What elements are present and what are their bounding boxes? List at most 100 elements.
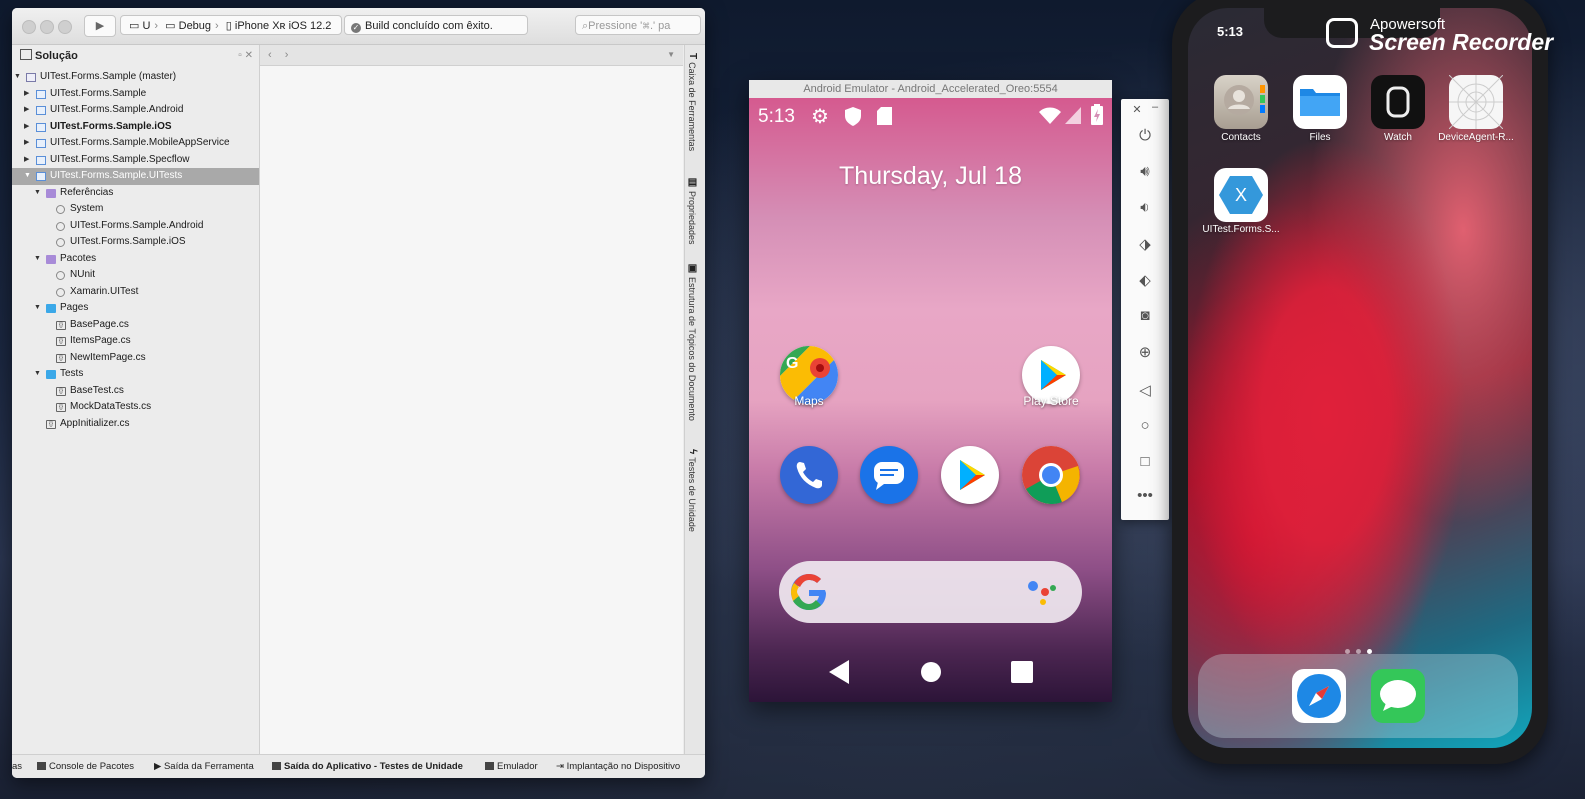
panel-title: Solução	[35, 50, 78, 62]
minimize-window-button[interactable]	[40, 20, 54, 34]
close-panel-icon[interactable]: ✕	[245, 50, 253, 61]
rotate-right-icon[interactable]: ⬖	[1121, 271, 1169, 289]
tab-properties[interactable]: ▤Propriedades	[687, 177, 698, 245]
recents-icon[interactable]	[1011, 661, 1033, 683]
chevron-down-icon[interactable]: ▼	[24, 168, 31, 185]
tree-item[interactable]: UITest.Forms.Sample.iOS	[12, 234, 259, 251]
zoom-icon[interactable]: ⊕	[1121, 343, 1169, 361]
tree-item-label: Referências	[60, 186, 114, 198]
messages-ios-app[interactable]	[1371, 669, 1425, 723]
watch-app[interactable]	[1371, 75, 1425, 129]
chrome-app[interactable]	[1022, 446, 1080, 505]
tree-item[interactable]: ▼ UITest.Forms.Sample.UITests	[12, 168, 259, 185]
pin-icon[interactable]: ▫	[238, 50, 242, 61]
google-search-bar[interactable]	[779, 561, 1082, 623]
chevron-down-icon[interactable]: ▼	[667, 45, 675, 65]
tree-item[interactable]: ▼ UITest.Forms.Sample (master)	[12, 69, 259, 86]
chevron-right-icon[interactable]: ▶	[24, 102, 29, 119]
device-agent-app[interactable]	[1448, 74, 1504, 130]
chevron-down-icon[interactable]: ▼	[34, 300, 41, 317]
tree-item[interactable]: System	[12, 201, 259, 218]
phone-app[interactable]	[780, 446, 838, 504]
tree-item[interactable]: ▼ Pacotes	[12, 251, 259, 268]
android-screen[interactable]: 5:13 ⚙ Thursday, Jul 18 G Maps Play Stor…	[749, 98, 1112, 702]
nav-back-icon[interactable]: ‹	[268, 49, 272, 61]
tab-errors[interactable]: as	[12, 755, 22, 778]
more-icon[interactable]: •••	[1121, 487, 1169, 504]
chevron-right-icon[interactable]: ▶	[24, 152, 29, 169]
chevron-right-icon[interactable]: ▶	[24, 119, 29, 136]
safari-app[interactable]	[1292, 669, 1346, 723]
tree-item[interactable]: ▼ Pages	[12, 300, 259, 317]
date-widget[interactable]: Thursday, Jul 18	[749, 162, 1112, 191]
tab-toolbox[interactable]: TCaixa de Ferramentas	[687, 53, 698, 151]
volume-up-icon[interactable]: 🔊︎	[1121, 163, 1169, 180]
tab-application-output[interactable]: Saída do Aplicativo - Testes de Unidade	[272, 755, 463, 778]
nav-forward-icon[interactable]: ›	[285, 49, 289, 61]
messages-app[interactable]	[860, 446, 918, 504]
tree-item[interactable]: ▼ Referências	[12, 185, 259, 202]
chevron-down-icon[interactable]: ▼	[34, 366, 41, 383]
tree-item[interactable]: ▶ UITest.Forms.Sample.Android	[12, 102, 259, 119]
tree-item[interactable]: ▶ UITest.Forms.Sample.MobileAppService	[12, 135, 259, 152]
maps-label: Maps	[794, 394, 824, 408]
play-store-dock-app[interactable]	[941, 446, 999, 504]
back-icon[interactable]	[829, 660, 849, 684]
tree-item[interactable]: {} BaseTest.cs	[12, 383, 259, 400]
tab-emulator[interactable]: Emulador	[485, 755, 538, 778]
tree-item[interactable]: {} MockDataTests.cs	[12, 399, 259, 416]
tree-item[interactable]: ▶ UITest.Forms.Sample.Specflow	[12, 152, 259, 169]
editor-area: ‹ › ▼	[260, 45, 683, 754]
contacts-app[interactable]	[1214, 75, 1268, 129]
volume-down-icon[interactable]: 🔉︎	[1121, 199, 1169, 216]
tree-item[interactable]: ▶ UITest.Forms.Sample.iOS	[12, 119, 259, 136]
power-icon[interactable]: ⏻	[1121, 127, 1169, 144]
chevron-down-icon[interactable]: ▼	[14, 69, 21, 86]
shield-icon	[845, 107, 861, 126]
search-input[interactable]: ⌕Pressione '⌘.' pa	[575, 15, 701, 35]
tab-document-outline[interactable]: ▣Estrutura de Tópicos do Documento	[687, 263, 698, 421]
tree-item[interactable]: NUnit	[12, 267, 259, 284]
camera-icon[interactable]: ◙	[1121, 307, 1169, 324]
project-icon	[36, 106, 46, 115]
tree-item[interactable]: {} ItemsPage.cs	[12, 333, 259, 350]
tree-item[interactable]: {} BasePage.cs	[12, 317, 259, 334]
outline-icon: ▣	[687, 263, 698, 274]
run-button[interactable]: ▶	[84, 15, 116, 37]
tab-unit-tests[interactable]: ϟTestes de Unidade	[687, 449, 698, 532]
chevron-down-icon[interactable]: ▼	[34, 185, 41, 202]
emulator-title-bar[interactable]: Android Emulator - Android_Accelerated_O…	[749, 80, 1112, 98]
tree-item[interactable]: Xamarin.UITest	[12, 284, 259, 301]
tree-item[interactable]: {} AppInitializer.cs	[12, 416, 259, 433]
assistant-icon[interactable]	[1027, 578, 1061, 608]
tree-item[interactable]: UITest.Forms.Sample.Android	[12, 218, 259, 235]
tree-item[interactable]: {} NewItemPage.cs	[12, 350, 259, 367]
run-configuration-selector[interactable]: ▭ U › ▭ Debug › ▯ iPhone Xʀ iOS 12.2	[120, 15, 342, 35]
home-icon[interactable]: ○	[1121, 417, 1169, 434]
chevron-down-icon[interactable]: ▼	[34, 251, 41, 268]
tab-tool-output[interactable]: ▶ Saída da Ferramenta	[154, 755, 254, 778]
tree-item-label: UITest.Forms.Sample.Android	[50, 104, 184, 115]
contacts-label: Contacts	[1221, 132, 1261, 143]
tree-item[interactable]: ▼ Tests	[12, 366, 259, 383]
tree-item-label: UITest.Forms.Sample.Specflow	[50, 153, 190, 165]
tree-item-label: UITest.Forms.Sample.Android	[70, 219, 204, 231]
uitest-forms-app[interactable]: X	[1214, 168, 1268, 222]
tab-package-console[interactable]: Console de Pacotes	[37, 755, 134, 778]
zoom-window-button[interactable]	[58, 20, 72, 34]
tab-device-deployment[interactable]: ⇥ Implantação no Dispositivo	[556, 755, 680, 778]
build-status: ✓ Build concluído com êxito.	[344, 15, 528, 35]
emulator-icon	[485, 762, 494, 770]
rotate-left-icon[interactable]: ⬗	[1121, 235, 1169, 253]
back-icon[interactable]: ◁	[1121, 381, 1169, 399]
play-store-icon	[960, 460, 985, 490]
wifi-icon	[1039, 107, 1061, 124]
chevron-right-icon[interactable]: ▶	[24, 86, 29, 103]
files-app[interactable]	[1293, 75, 1347, 129]
editor-body[interactable]	[260, 66, 683, 754]
tree-item[interactable]: ▶ UITest.Forms.Sample	[12, 86, 259, 103]
chevron-right-icon[interactable]: ▶	[24, 135, 29, 152]
overview-icon[interactable]: □	[1121, 453, 1169, 470]
home-icon[interactable]	[920, 661, 942, 683]
close-window-button[interactable]	[22, 20, 36, 34]
